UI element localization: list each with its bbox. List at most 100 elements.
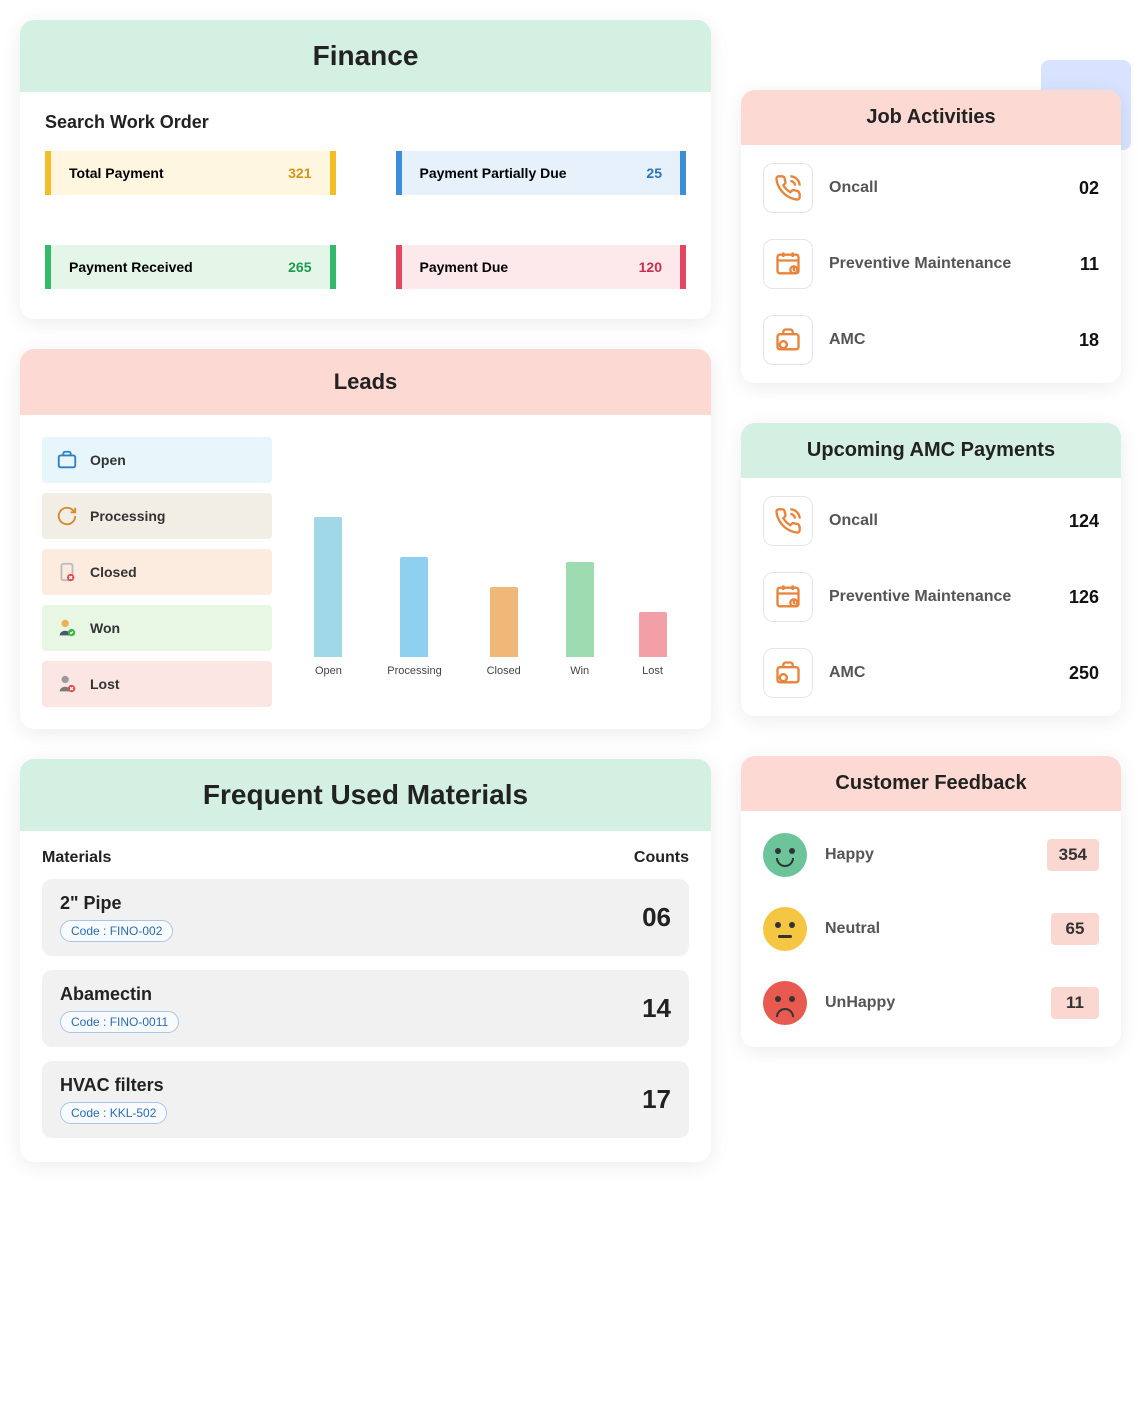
sad-face-icon — [763, 981, 807, 1025]
tile-value: 265 — [288, 259, 311, 275]
job-activities-title: Job Activities — [741, 90, 1121, 145]
happy-face-icon — [763, 833, 807, 877]
material-count: 14 — [642, 993, 671, 1024]
customer-feedback-card: Customer Feedback Happy 354 Neutral 65 — [741, 756, 1121, 1047]
feedback-label: UnHappy — [825, 994, 1033, 1012]
amc-value: 124 — [1069, 511, 1099, 532]
amc-row-oncall[interactable]: Oncall 124 — [763, 496, 1099, 546]
left-column: Finance Search Work Order Total Payment … — [20, 20, 711, 1162]
feedback-value: 65 — [1051, 913, 1099, 945]
finance-card: Finance Search Work Order Total Payment … — [20, 20, 711, 319]
lead-item-won[interactable]: Won — [42, 605, 272, 651]
lead-label: Processing — [90, 508, 165, 524]
gear-briefcase-icon — [763, 315, 813, 365]
gear-briefcase-icon — [763, 648, 813, 698]
bar-label: Closed — [487, 665, 521, 677]
materials-card: Frequent Used Materials Materials Counts… — [20, 759, 711, 1162]
material-row[interactable]: HVAC filters Code : KKL-502 17 — [42, 1061, 689, 1138]
bar-label: Win — [570, 665, 589, 677]
feedback-row-neutral[interactable]: Neutral 65 — [763, 907, 1099, 951]
feedback-label: Happy — [825, 846, 1029, 864]
material-code: Code : KKL-502 — [60, 1102, 167, 1124]
bar-label: Lost — [642, 665, 663, 677]
amc-payments-title: Upcoming AMC Payments — [741, 423, 1121, 478]
material-count: 17 — [642, 1084, 671, 1115]
lead-item-processing[interactable]: Processing — [42, 493, 272, 539]
bar-win — [566, 562, 594, 657]
amc-row-preventive[interactable]: Preventive Maintenance 126 — [763, 572, 1099, 622]
lead-label: Lost — [90, 676, 120, 692]
calendar-icon — [763, 572, 813, 622]
finance-subtitle: Search Work Order — [45, 112, 686, 133]
tile-value: 321 — [288, 165, 311, 181]
refresh-icon — [56, 505, 78, 527]
calendar-icon — [763, 239, 813, 289]
bar-lost — [639, 612, 667, 657]
feedback-row-unhappy[interactable]: UnHappy 11 — [763, 981, 1099, 1025]
tile-payment-partially-due[interactable]: Payment Partially Due 25 — [396, 151, 687, 195]
amc-row-amc[interactable]: AMC 250 — [763, 648, 1099, 698]
bar-processing — [400, 557, 428, 657]
lead-item-open[interactable]: Open — [42, 437, 272, 483]
material-name: HVAC filters — [60, 1075, 167, 1096]
activity-value: 11 — [1080, 254, 1099, 275]
lead-label: Open — [90, 452, 126, 468]
leads-card: Leads Open Processing — [20, 349, 711, 729]
material-count: 06 — [642, 902, 671, 933]
person-x-icon — [56, 673, 78, 695]
lead-label: Won — [90, 620, 120, 636]
activity-row-preventive[interactable]: Preventive Maintenance 11 — [763, 239, 1099, 289]
feedback-label: Neutral — [825, 920, 1033, 938]
feedback-row-happy[interactable]: Happy 354 — [763, 833, 1099, 877]
finance-title: Finance — [20, 20, 711, 92]
amc-label: AMC — [829, 663, 1053, 684]
tile-total-payment[interactable]: Total Payment 321 — [45, 151, 336, 195]
feedback-value: 354 — [1047, 839, 1099, 871]
materials-header-left: Materials — [42, 849, 111, 867]
bar-label: Open — [315, 665, 342, 677]
amc-label: Oncall — [829, 511, 1053, 532]
amc-value: 250 — [1069, 663, 1099, 684]
bar-label: Processing — [387, 665, 441, 677]
job-activities-card: Job Activities Oncall 02 Preventive Main — [741, 90, 1121, 383]
dashboard-layout: Finance Search Work Order Total Payment … — [20, 20, 1121, 1162]
activity-row-oncall[interactable]: Oncall 02 — [763, 163, 1099, 213]
material-name: 2" Pipe — [60, 893, 173, 914]
clipboard-x-icon — [56, 561, 78, 583]
lead-item-closed[interactable]: Closed — [42, 549, 272, 595]
tile-label: Payment Due — [420, 259, 509, 275]
activity-label: AMC — [829, 330, 1063, 351]
activity-row-amc[interactable]: AMC 18 — [763, 315, 1099, 365]
tile-label: Payment Received — [69, 259, 193, 275]
tile-payment-due[interactable]: Payment Due 120 — [396, 245, 687, 289]
phone-icon — [763, 496, 813, 546]
right-column: Job Activities Oncall 02 Preventive Main — [741, 20, 1121, 1162]
activity-label: Preventive Maintenance — [829, 254, 1064, 275]
activity-value: 02 — [1079, 178, 1099, 199]
neutral-face-icon — [763, 907, 807, 951]
material-name: Abamectin — [60, 984, 179, 1005]
person-check-icon — [56, 617, 78, 639]
tile-payment-received[interactable]: Payment Received 265 — [45, 245, 336, 289]
material-row[interactable]: 2" Pipe Code : FINO-002 06 — [42, 879, 689, 956]
feedback-value: 11 — [1051, 987, 1099, 1019]
lead-item-lost[interactable]: Lost — [42, 661, 272, 707]
material-code: Code : FINO-002 — [60, 920, 173, 942]
bar-open — [314, 517, 342, 657]
leads-bar-chart: Open Processing Closed Win Lost — [292, 437, 689, 677]
tile-value: 120 — [639, 259, 662, 275]
materials-title: Frequent Used Materials — [20, 759, 711, 831]
leads-status-list: Open Processing Closed — [42, 437, 272, 707]
feedback-title: Customer Feedback — [741, 756, 1121, 811]
tile-value: 25 — [646, 165, 662, 181]
activity-value: 18 — [1079, 330, 1099, 351]
material-row[interactable]: Abamectin Code : FINO-0011 14 — [42, 970, 689, 1047]
amc-value: 126 — [1069, 587, 1099, 608]
amc-label: Preventive Maintenance — [829, 587, 1053, 608]
lead-label: Closed — [90, 564, 137, 580]
tile-label: Total Payment — [69, 165, 164, 181]
materials-header-right: Counts — [634, 849, 689, 867]
amc-payments-card: Upcoming AMC Payments Oncall 124 Prevent… — [741, 423, 1121, 716]
leads-title: Leads — [20, 349, 711, 415]
bar-closed — [490, 587, 518, 657]
